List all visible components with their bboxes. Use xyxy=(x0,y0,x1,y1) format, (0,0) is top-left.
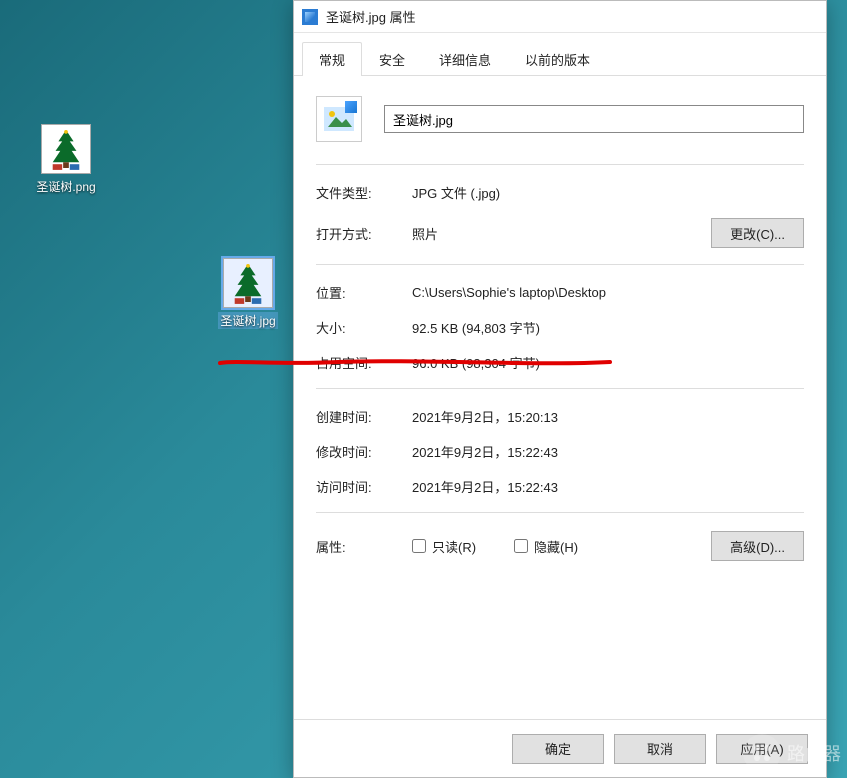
size-value: 92.5 KB (94,803 字节) xyxy=(412,318,804,337)
hidden-checkbox[interactable]: 隐藏(H) xyxy=(514,537,578,556)
location-label: 位置: xyxy=(316,283,412,302)
christmas-tree-icon xyxy=(229,262,267,304)
desktop-icon-label: 圣诞树.png xyxy=(36,178,95,195)
properties-dialog: 圣诞树.jpg 属性 常规 安全 详细信息 以前的版本 文件类型: JPG 文件… xyxy=(293,0,827,778)
size-label: 大小: xyxy=(316,318,412,337)
desktop-icon-label: 圣诞树.jpg xyxy=(218,312,277,329)
desktop-icon-png[interactable]: 圣诞树.png xyxy=(28,124,104,195)
accessed-label: 访问时间: xyxy=(316,477,412,496)
created-label: 创建时间: xyxy=(316,407,412,426)
disk-size-value: 96.0 KB (98,304 字节) xyxy=(412,353,804,372)
created-value: 2021年9月2日，15:20:13 xyxy=(412,407,804,426)
hidden-checkbox-input[interactable] xyxy=(514,539,528,553)
modified-value: 2021年9月2日，15:22:43 xyxy=(412,442,804,461)
advanced-button[interactable]: 高级(D)... xyxy=(711,531,804,561)
tab-general[interactable]: 常规 xyxy=(302,42,362,76)
christmas-tree-icon xyxy=(47,128,85,170)
disk-size-label: 占用空间: xyxy=(316,353,412,372)
file-type-label: 文件类型: xyxy=(316,183,412,202)
watermark-text: 路由器 xyxy=(787,740,841,766)
open-with-value: 照片 xyxy=(412,224,711,243)
attributes-label: 属性: xyxy=(316,537,412,556)
file-thumbnail xyxy=(41,124,91,174)
change-button[interactable]: 更改(C)... xyxy=(711,218,804,248)
watermark: 路由器 xyxy=(743,734,841,772)
tab-details[interactable]: 详细信息 xyxy=(422,42,508,76)
file-preview-icon xyxy=(316,96,362,142)
tab-security[interactable]: 安全 xyxy=(362,42,422,76)
location-value: C:\Users\Sophie's laptop\Desktop xyxy=(412,285,804,300)
image-file-icon xyxy=(302,9,318,25)
hidden-checkbox-label: 隐藏(H) xyxy=(534,537,578,556)
separator xyxy=(316,512,804,513)
tab-previous-versions[interactable]: 以前的版本 xyxy=(508,42,607,76)
desktop-icon-jpg[interactable]: 圣诞树.jpg xyxy=(210,258,286,329)
modified-label: 修改时间: xyxy=(316,442,412,461)
separator xyxy=(316,388,804,389)
file-type-value: JPG 文件 (.jpg) xyxy=(412,183,804,202)
open-with-label: 打开方式: xyxy=(316,224,412,243)
cancel-button[interactable]: 取消 xyxy=(614,734,706,764)
titlebar[interactable]: 圣诞树.jpg 属性 xyxy=(294,1,826,33)
filename-input[interactable] xyxy=(384,105,804,133)
readonly-checkbox-label: 只读(R) xyxy=(432,537,476,556)
separator xyxy=(316,164,804,165)
readonly-checkbox-input[interactable] xyxy=(412,539,426,553)
watermark-icon xyxy=(743,734,781,772)
readonly-checkbox[interactable]: 只读(R) xyxy=(412,537,476,556)
accessed-value: 2021年9月2日，15:22:43 xyxy=(412,477,804,496)
window-title: 圣诞树.jpg 属性 xyxy=(326,7,416,26)
tab-content: 文件类型: JPG 文件 (.jpg) 打开方式: 照片 更改(C)... 位置… xyxy=(294,76,826,719)
separator xyxy=(316,264,804,265)
tabs: 常规 安全 详细信息 以前的版本 xyxy=(294,33,826,76)
ok-button[interactable]: 确定 xyxy=(512,734,604,764)
file-thumbnail xyxy=(223,258,273,308)
